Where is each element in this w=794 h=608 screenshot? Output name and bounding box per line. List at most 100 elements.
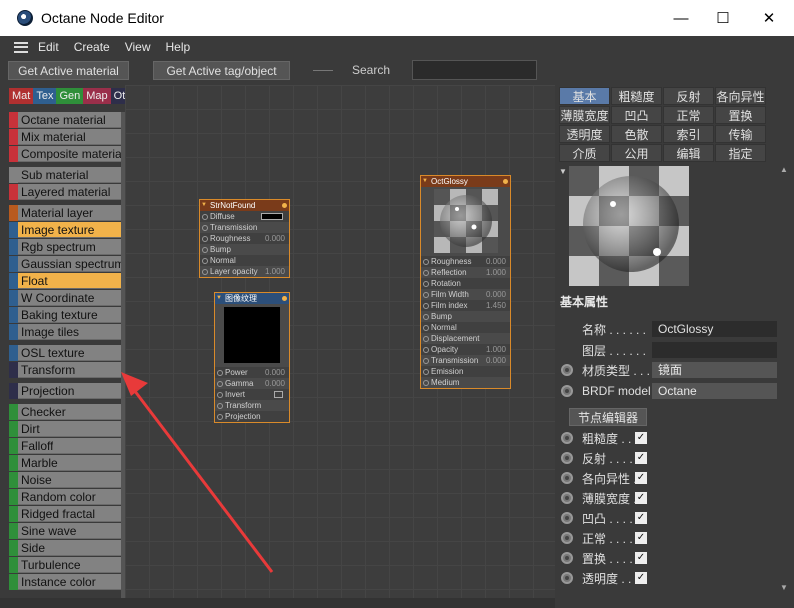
node-octglossy[interactable]: OctGlossy bbox=[420, 175, 511, 389]
output-pin-icon[interactable] bbox=[282, 296, 287, 301]
category-tab-tex[interactable]: Tex bbox=[33, 88, 57, 104]
output-pin-icon[interactable] bbox=[503, 179, 508, 184]
animate-radio-icon[interactable] bbox=[561, 492, 573, 504]
node-list-item[interactable]: Sine wave bbox=[9, 522, 121, 539]
animate-radio-icon[interactable] bbox=[561, 512, 573, 524]
attribute-tab[interactable]: 粗糙度 bbox=[611, 87, 662, 105]
node-pin[interactable]: Layer opacity 1.000 bbox=[200, 266, 289, 277]
node-canvas[interactable]: StrNotFound DiffuseTransmissionRoughness… bbox=[125, 85, 555, 608]
menu-view[interactable]: View bbox=[125, 40, 151, 54]
attribute-tab[interactable]: 反射 bbox=[663, 87, 714, 105]
node-header[interactable]: StrNotFound bbox=[200, 200, 289, 211]
animate-radio-icon[interactable] bbox=[561, 364, 573, 376]
category-tab-mat[interactable]: Mat bbox=[9, 88, 34, 104]
color-swatch[interactable] bbox=[261, 213, 283, 220]
node-list-item[interactable]: Side bbox=[9, 539, 121, 556]
attribute-tab[interactable]: 薄膜宽度 bbox=[559, 106, 610, 124]
animate-radio-icon[interactable] bbox=[561, 552, 573, 564]
category-tab-map[interactable]: Map bbox=[83, 88, 111, 104]
node-pin[interactable]: Bump bbox=[421, 311, 510, 322]
attribute-tab[interactable]: 透明度 bbox=[559, 125, 610, 143]
node-list-item[interactable]: Float bbox=[9, 272, 121, 289]
category-tab-gen[interactable]: Gen bbox=[56, 88, 84, 104]
node-list-item[interactable]: Rgb spectrum bbox=[9, 238, 121, 255]
node-list-item[interactable]: Falloff bbox=[9, 437, 121, 454]
animate-radio-icon[interactable] bbox=[561, 452, 573, 464]
output-pin-icon[interactable] bbox=[282, 203, 287, 208]
node-pin[interactable]: Projection bbox=[215, 411, 289, 422]
channel-checkbox[interactable]: ✓ bbox=[635, 492, 647, 504]
node-pin[interactable]: Roughness 0.000 bbox=[200, 233, 289, 244]
node-list-item[interactable]: Turbulence bbox=[9, 556, 121, 573]
attribute-tab[interactable]: 编辑 bbox=[663, 144, 714, 162]
node-pin[interactable]: Medium bbox=[421, 377, 510, 388]
attribute-tab[interactable]: 凹凸 bbox=[611, 106, 662, 124]
node-pin[interactable]: Invert bbox=[215, 389, 289, 400]
node-pin[interactable]: Bump bbox=[200, 244, 289, 255]
animate-radio-icon[interactable] bbox=[561, 532, 573, 544]
node-list-item[interactable]: Ridged fractal bbox=[9, 505, 121, 522]
menu-help[interactable]: Help bbox=[166, 40, 191, 54]
attribute-tab[interactable]: 索引 bbox=[663, 125, 714, 143]
node-list-item[interactable]: Random color bbox=[9, 488, 121, 505]
channel-checkbox[interactable]: ✓ bbox=[635, 512, 647, 524]
attribute-tab[interactable]: 公用 bbox=[611, 144, 662, 162]
node-editor-button[interactable]: 节点编辑器 bbox=[569, 408, 647, 426]
node-list-item[interactable]: Image tiles bbox=[9, 323, 121, 340]
menu-create[interactable]: Create bbox=[74, 40, 110, 54]
channel-checkbox[interactable]: ✓ bbox=[635, 432, 647, 444]
node-list-item[interactable]: Transform bbox=[9, 361, 121, 378]
node-list-item[interactable]: Noise bbox=[9, 471, 121, 488]
node-pin[interactable]: Normal bbox=[421, 322, 510, 333]
node-pin[interactable]: Transmission bbox=[200, 222, 289, 233]
animate-radio-icon[interactable] bbox=[561, 472, 573, 484]
node-strnotfound[interactable]: StrNotFound DiffuseTransmissionRoughness… bbox=[199, 199, 290, 278]
node-header[interactable]: 图像纹理 bbox=[215, 293, 289, 304]
node-image-texture[interactable]: 图像纹理 Power 0.000 Gamma 0.000 Invert Transform… bbox=[214, 292, 290, 423]
maximize-button[interactable]: ☐ bbox=[700, 0, 746, 36]
node-pin[interactable]: Diffuse bbox=[200, 211, 289, 222]
node-pin[interactable]: Gamma 0.000 bbox=[215, 378, 289, 389]
animate-radio-icon[interactable] bbox=[561, 572, 573, 584]
scroll-up-icon[interactable]: ▲ bbox=[780, 165, 788, 174]
attribute-tab[interactable]: 基本 bbox=[559, 87, 610, 105]
brdf-model-select[interactable]: Octane bbox=[652, 383, 777, 399]
layer-field[interactable] bbox=[652, 342, 777, 358]
attribute-tab[interactable]: 介质 bbox=[559, 144, 610, 162]
hamburger-icon[interactable] bbox=[14, 41, 28, 53]
node-list-item[interactable]: Marble bbox=[9, 454, 121, 471]
animate-radio-icon[interactable] bbox=[561, 432, 573, 444]
node-pin[interactable]: Transmission 0.000 bbox=[421, 355, 510, 366]
node-list-item[interactable]: Baking texture bbox=[9, 306, 121, 323]
minimize-button[interactable]: — bbox=[658, 0, 704, 36]
node-list-item[interactable]: Mix material bbox=[9, 128, 121, 145]
node-pin[interactable]: Reflection 1.000 bbox=[421, 267, 510, 278]
node-pin[interactable]: Film Width 0.000 bbox=[421, 289, 510, 300]
attribute-tab[interactable]: 正常 bbox=[663, 106, 714, 124]
attribute-tab[interactable]: 传输 bbox=[715, 125, 766, 143]
menu-edit[interactable]: Edit bbox=[38, 40, 59, 54]
material-type-select[interactable]: 镜面 bbox=[652, 362, 777, 378]
attribute-tab[interactable]: 指定 bbox=[715, 144, 766, 162]
animate-radio-icon[interactable] bbox=[561, 385, 573, 397]
node-list-item[interactable]: Checker bbox=[9, 403, 121, 420]
node-list-item[interactable]: Gaussian spectrum bbox=[9, 255, 121, 272]
channel-checkbox[interactable]: ✓ bbox=[635, 452, 647, 464]
channel-checkbox[interactable]: ✓ bbox=[635, 532, 647, 544]
node-list-item[interactable]: Instance color bbox=[9, 573, 121, 590]
node-pin[interactable]: Transform bbox=[215, 400, 289, 411]
name-field[interactable]: OctGlossy bbox=[652, 321, 777, 337]
close-button[interactable]: ✕ bbox=[746, 0, 792, 36]
channel-checkbox[interactable]: ✓ bbox=[635, 472, 647, 484]
search-input[interactable] bbox=[412, 60, 537, 80]
get-active-material-button[interactable]: Get Active material bbox=[8, 61, 129, 80]
node-list-item[interactable]: W Coordinate bbox=[9, 289, 121, 306]
node-list-item[interactable]: Octane material bbox=[9, 112, 121, 128]
node-pin[interactable]: Roughness 0.000 bbox=[421, 256, 510, 267]
attribute-tab[interactable]: 色散 bbox=[611, 125, 662, 143]
node-list-item[interactable]: Sub material bbox=[9, 166, 121, 183]
node-list-item[interactable]: Material layer bbox=[9, 204, 121, 221]
node-list-item[interactable]: Dirt bbox=[9, 420, 121, 437]
scroll-down-icon[interactable]: ▼ bbox=[780, 583, 788, 592]
invert-checkbox[interactable] bbox=[274, 391, 283, 398]
